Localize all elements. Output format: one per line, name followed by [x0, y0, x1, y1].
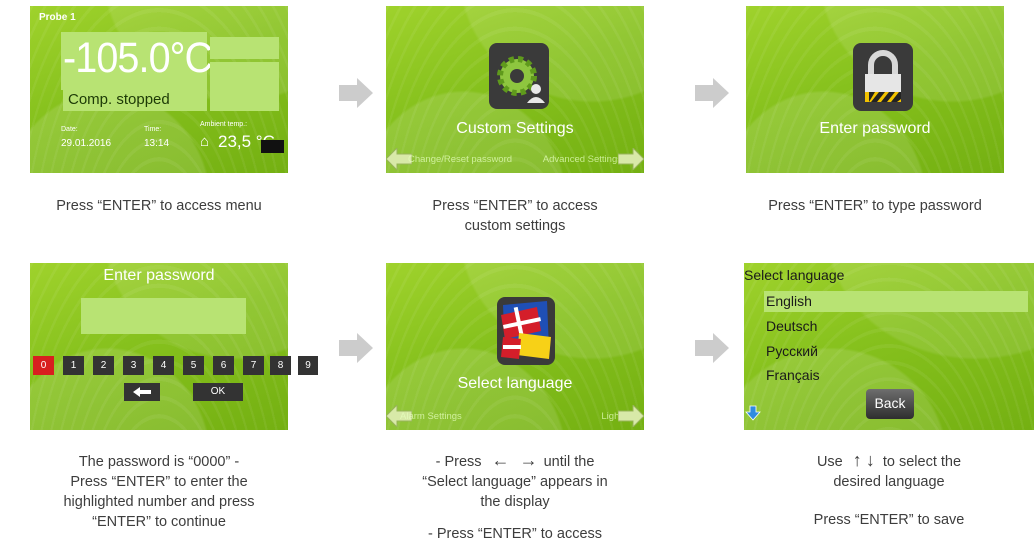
back-button-label: Back	[874, 395, 906, 411]
language-menu-screen: Select language Alarm Settings Light	[386, 263, 644, 430]
caption-panel-2-line-2: custom settings	[464, 218, 566, 234]
nav-right-label: Advanced Settings	[542, 154, 622, 165]
side-box-top	[210, 37, 279, 59]
keypad-key-9[interactable]: 9	[298, 356, 318, 375]
nav-left-label: Alarm Settings	[400, 411, 462, 422]
password-entry-screen: Enter password	[30, 263, 288, 430]
caption-panel-2-line-1: Press “ENTER” to access	[432, 198, 598, 214]
time-label: Time:	[144, 126, 162, 133]
keypad-key-2[interactable]: 2	[93, 356, 114, 375]
ok-button[interactable]: OK	[193, 383, 243, 401]
caption-panel-6-line-3: Press “ENTER” to save	[813, 512, 965, 528]
language-list-title: Select language	[744, 267, 845, 283]
padlock-icon	[853, 43, 913, 111]
password-title: Enter password	[103, 267, 215, 284]
caption-until: until the	[543, 454, 595, 470]
password-input[interactable]	[81, 298, 246, 334]
caption-panel-5-line-4: - Press “ENTER” to access	[427, 526, 603, 542]
left-arrow-icon: ←	[491, 450, 510, 470]
flags-icon	[497, 297, 555, 365]
keypad-key-8[interactable]: 8	[270, 356, 291, 375]
caption-panel-4-line-2: Press “ENTER” to enter the	[70, 474, 248, 490]
caption-panel-3: Press “ENTER” to type password	[768, 198, 982, 214]
caption-panel-5-line-3: the display	[480, 494, 550, 510]
menu-title: Custom Settings	[456, 120, 574, 137]
language-list-screen: Select language English Deutsch Русский …	[744, 263, 1034, 430]
caption-use: Use	[816, 454, 843, 470]
menu-title: Select language	[457, 375, 573, 392]
caption-panel-5-line-1: - Press ← → until the	[386, 450, 644, 472]
down-arrow-icon: ↓	[865, 450, 875, 470]
backspace-arrow-icon	[133, 387, 151, 397]
side-box-bottom	[210, 62, 279, 111]
keypad-key-1[interactable]: 1	[63, 356, 84, 375]
time-value: 13:14	[144, 138, 170, 149]
language-option[interactable]: Français	[766, 367, 820, 383]
keypad-key-3[interactable]: 3	[123, 356, 144, 375]
language-option[interactable]: English	[766, 293, 812, 309]
date-label: Date:	[61, 126, 78, 133]
caption-to-select: to select the	[882, 454, 962, 470]
right-arrow-icon	[695, 333, 729, 363]
right-arrow-icon	[339, 333, 373, 363]
language-option[interactable]: Русский	[766, 343, 818, 359]
caption-panel-6-line-2: desired language	[833, 474, 945, 490]
right-arrow-icon	[695, 78, 729, 108]
password-menu-screen: Enter password	[746, 6, 1004, 173]
right-arrow-icon: →	[519, 450, 538, 470]
home-icon: ⌂	[200, 133, 210, 150]
scroll-down-arrow-icon[interactable]	[745, 405, 761, 421]
main-display-screen: Probe 1 -105.0°C Comp. stopped Date: 29.…	[30, 6, 288, 173]
nav-right-arrow-icon[interactable]	[618, 148, 644, 170]
keypad-key-4[interactable]: 4	[153, 356, 174, 375]
probe-label: Probe 1	[39, 12, 76, 23]
compressor-status: Comp. stopped	[68, 91, 170, 108]
keypad-key-0[interactable]: 0	[33, 356, 54, 375]
keypad-key-5[interactable]: 5	[183, 356, 204, 375]
gear-user-icon	[489, 43, 549, 109]
nav-right-arrow-icon[interactable]	[618, 405, 644, 427]
caption-press: - Press	[435, 454, 482, 470]
up-arrow-icon: ↑	[852, 450, 862, 470]
battery-icon	[261, 140, 284, 153]
caption-panel-4-line-4: “ENTER” to continue	[92, 514, 226, 530]
caption-panel-6-line-1: Use ↑ ↓ to select the	[760, 450, 1018, 472]
caption-panel-4-line-3: highlighted number and press	[63, 494, 255, 510]
backspace-button[interactable]	[124, 383, 160, 401]
custom-settings-screen: Custom Settings Change/Reset password Ad…	[386, 6, 644, 173]
keypad-key-6[interactable]: 6	[213, 356, 234, 375]
menu-title: Enter password	[819, 120, 931, 137]
caption-panel-1: Press “ENTER” to access menu	[56, 198, 262, 214]
right-arrow-icon	[339, 78, 373, 108]
keypad-key-7[interactable]: 7	[243, 356, 264, 375]
caption-panel-4-line-1: The password is “0000” -	[78, 454, 240, 470]
ambient-label: Ambient temp.:	[200, 121, 248, 128]
temperature-readout: -105.0°C	[63, 34, 213, 82]
back-button[interactable]: Back	[866, 389, 914, 419]
nav-left-label: Change/Reset password	[408, 154, 513, 165]
caption-panel-5-line-2: “Select language” appears in	[422, 474, 608, 490]
language-option[interactable]: Deutsch	[766, 318, 817, 334]
date-value: 29.01.2016	[61, 138, 112, 149]
